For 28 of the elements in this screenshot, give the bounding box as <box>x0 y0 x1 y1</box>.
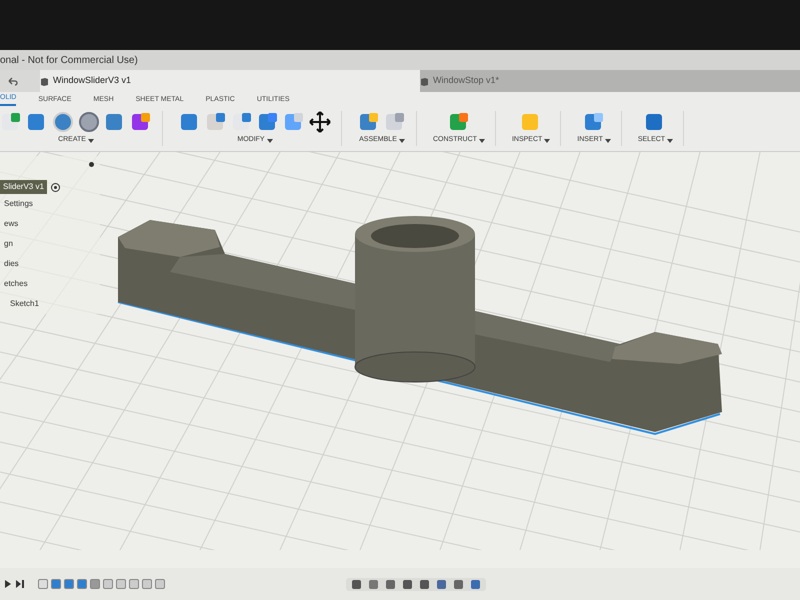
tab-label: WindowSliderV3 v1 <box>53 74 132 88</box>
record-icon[interactable] <box>50 182 60 192</box>
browser-item[interactable]: dies <box>4 254 100 274</box>
document-tab[interactable]: WindowSliderV3 v1 <box>40 70 420 92</box>
browser-item[interactable]: ews <box>4 214 100 234</box>
caret-icon <box>266 138 273 142</box>
cube-icon <box>40 76 49 86</box>
move-icon[interactable] <box>309 111 331 134</box>
caret-icon <box>478 138 485 142</box>
cube-icon <box>420 76 429 86</box>
undo-icon[interactable] <box>6 76 18 86</box>
tab-label: WindowStop v1* <box>433 74 500 88</box>
window-title: onal - Not for Commercial Use) <box>0 54 138 68</box>
browser-item[interactable]: etches <box>4 274 100 294</box>
caret-icon <box>544 138 550 142</box>
caret-icon <box>667 138 674 142</box>
browser-item[interactable]: gn <box>4 234 100 254</box>
caret-icon <box>604 138 611 142</box>
pin-icon[interactable] <box>89 162 94 166</box>
browser-item[interactable]: Sketch1 <box>10 294 100 314</box>
document-tab[interactable]: WindowStop v1* <box>420 70 800 92</box>
caret-icon <box>88 138 94 142</box>
browser-root[interactable]: SliderV3 v1 <box>0 180 47 194</box>
play-icon[interactable] <box>4 580 12 588</box>
skip-end-icon[interactable] <box>16 580 24 588</box>
browser-item[interactable]: Settings <box>4 194 100 214</box>
caret-icon <box>398 138 405 142</box>
timeline-bar[interactable] <box>38 579 165 589</box>
